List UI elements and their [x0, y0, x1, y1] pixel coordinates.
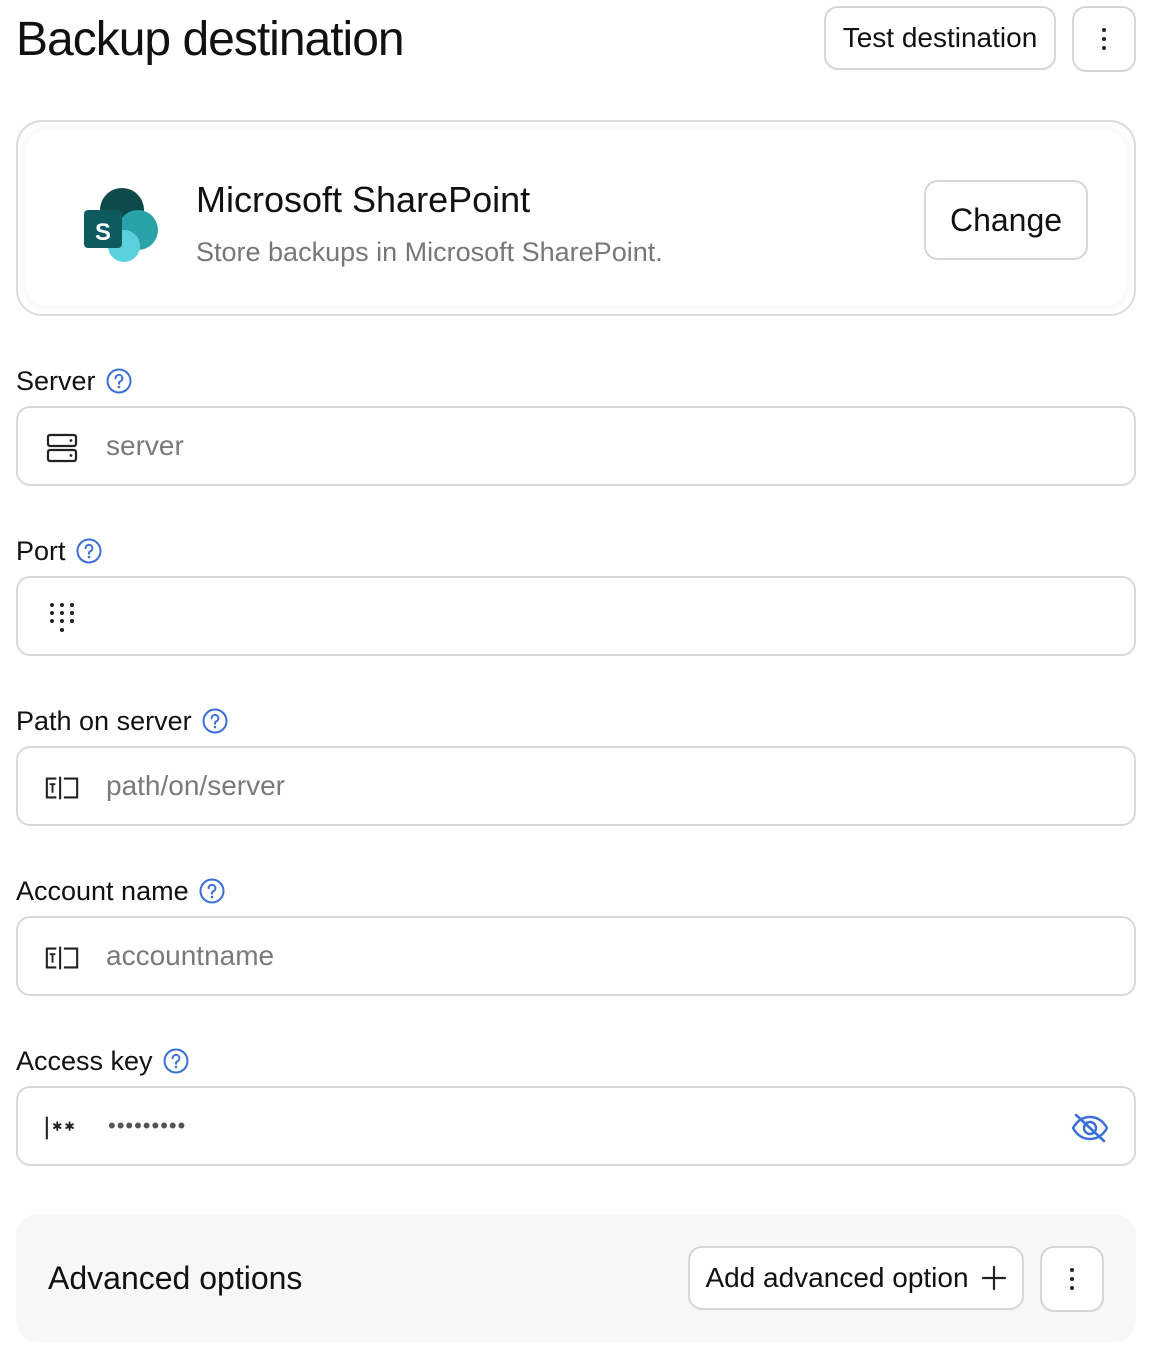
account-field[interactable] [16, 916, 1136, 996]
access-key-field[interactable]: ••••••••• [16, 1086, 1136, 1166]
server-label-row: Server [16, 364, 132, 398]
port-input[interactable] [106, 578, 1054, 654]
page-header: Backup destination Test destination [16, 0, 1136, 80]
provider-card: S Microsoft SharePoint Store backups in … [16, 120, 1136, 316]
advanced-options-title: Advanced options [48, 1260, 303, 1296]
provider-description: Store backups in Microsoft SharePoint. [196, 237, 663, 267]
server-label: Server [16, 366, 96, 396]
sharepoint-logo-letter: S [94, 219, 111, 246]
help-icon[interactable] [202, 708, 228, 734]
port-label-row: Port [16, 534, 102, 568]
add-advanced-option-label: Add advanced option [705, 1262, 969, 1293]
add-advanced-option-button[interactable]: Add advanced option [688, 1246, 1024, 1310]
provider-name: Microsoft SharePoint [196, 179, 531, 220]
advanced-more-options-button[interactable] [1040, 1246, 1104, 1312]
kebab-icon [1070, 1268, 1074, 1290]
provider-card-inner: S Microsoft SharePoint Store backups in … [26, 130, 1126, 306]
server-input[interactable] [106, 408, 1054, 484]
port-label: Port [16, 536, 66, 566]
dialpad-icon [44, 600, 80, 636]
more-options-button[interactable] [1072, 6, 1136, 72]
help-icon[interactable] [199, 878, 225, 904]
access-key-value[interactable]: ••••••••• [108, 1088, 186, 1164]
change-provider-button[interactable]: Change [924, 180, 1088, 260]
text-field-icon [44, 770, 80, 806]
kebab-icon [1102, 28, 1106, 50]
advanced-options-panel: Advanced options Add advanced option [16, 1214, 1136, 1342]
text-field-icon [44, 940, 80, 976]
plus-icon [981, 1265, 1006, 1291]
path-label-row: Path on server [16, 704, 228, 738]
help-icon[interactable] [106, 368, 132, 394]
test-destination-button[interactable]: Test destination [824, 6, 1056, 70]
page-title: Backup destination [16, 13, 405, 66]
access-key-label-row: Access key [16, 1044, 189, 1078]
path-label: Path on server [16, 706, 192, 736]
account-label-row: Account name [16, 874, 225, 908]
toggle-visibility-eye-off-icon[interactable] [1070, 1108, 1110, 1148]
access-key-label: Access key [16, 1046, 153, 1076]
help-icon[interactable] [76, 538, 102, 564]
port-field[interactable] [16, 576, 1136, 656]
password-icon [44, 1110, 80, 1146]
server-icon [44, 430, 80, 466]
path-input[interactable] [106, 748, 1054, 824]
help-icon[interactable] [163, 1048, 189, 1074]
account-label: Account name [16, 876, 189, 906]
path-field[interactable] [16, 746, 1136, 826]
account-input[interactable] [106, 918, 1054, 994]
server-field[interactable] [16, 406, 1136, 486]
